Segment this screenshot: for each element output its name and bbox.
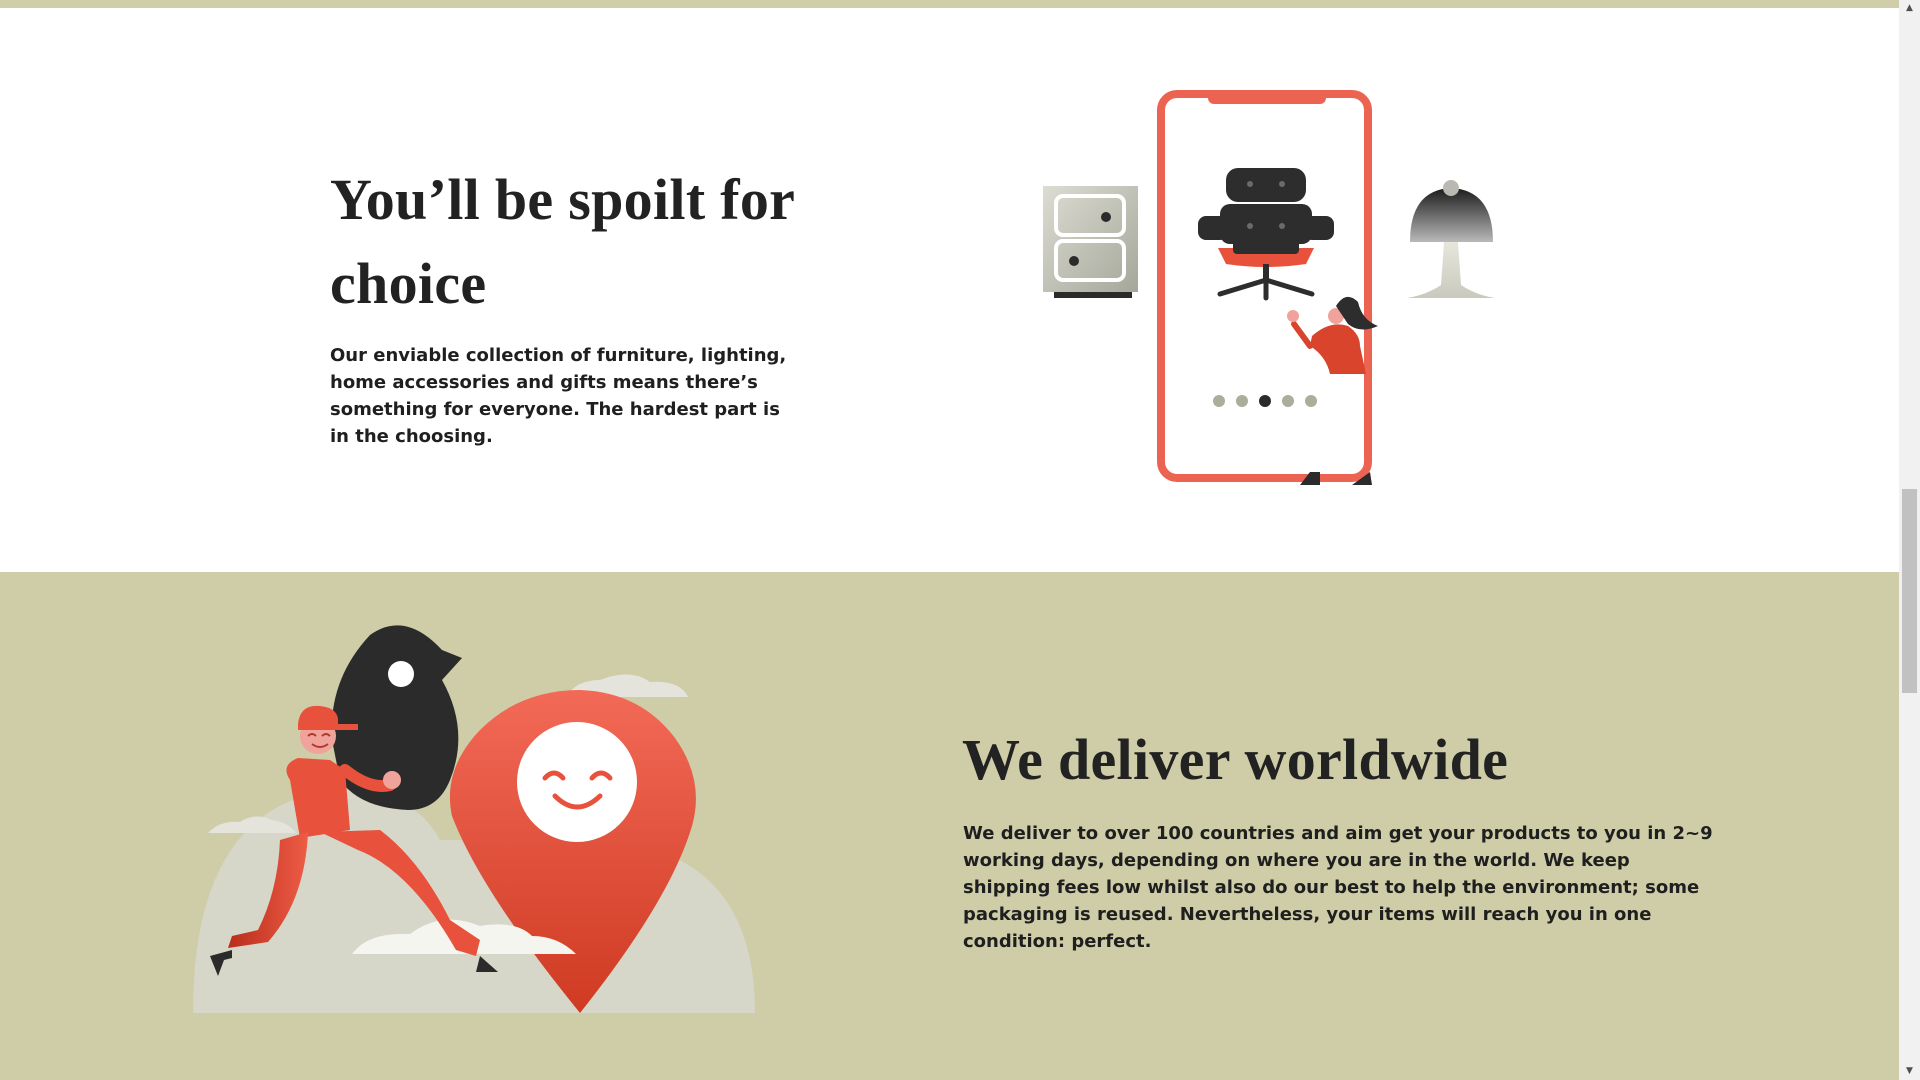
scroll-up-icon[interactable]: ▲ bbox=[1899, 0, 1920, 17]
delivery-illustration bbox=[193, 625, 755, 1013]
choice-section bbox=[0, 8, 1899, 572]
carousel-dot bbox=[1213, 395, 1225, 407]
smiley-face-icon bbox=[517, 722, 637, 842]
scroll-down-icon[interactable]: ▼ bbox=[1899, 1063, 1920, 1080]
drawer-cabinet-icon bbox=[1043, 186, 1138, 298]
page-scrollbar[interactable]: ▲ ▼ bbox=[1899, 0, 1920, 1080]
choice-heading: You’ll be spoilt for choice bbox=[330, 167, 795, 316]
delivery-heading: We deliver worldwide bbox=[962, 727, 1509, 792]
carousel-dot bbox=[1236, 395, 1248, 407]
carousel-dot bbox=[1305, 395, 1317, 407]
scroll-thumb[interactable] bbox=[1902, 489, 1917, 693]
choice-description: Our enviable collection of furniture, li… bbox=[330, 345, 787, 447]
table-lamp-icon bbox=[1407, 180, 1495, 298]
top-section-edge bbox=[0, 0, 1899, 8]
delivery-description: We deliver to over 100 countries and aim… bbox=[963, 823, 1713, 952]
furniture-phone-illustration bbox=[1043, 90, 1495, 485]
carousel-dot-active bbox=[1259, 395, 1271, 407]
carousel-dot bbox=[1282, 395, 1294, 407]
